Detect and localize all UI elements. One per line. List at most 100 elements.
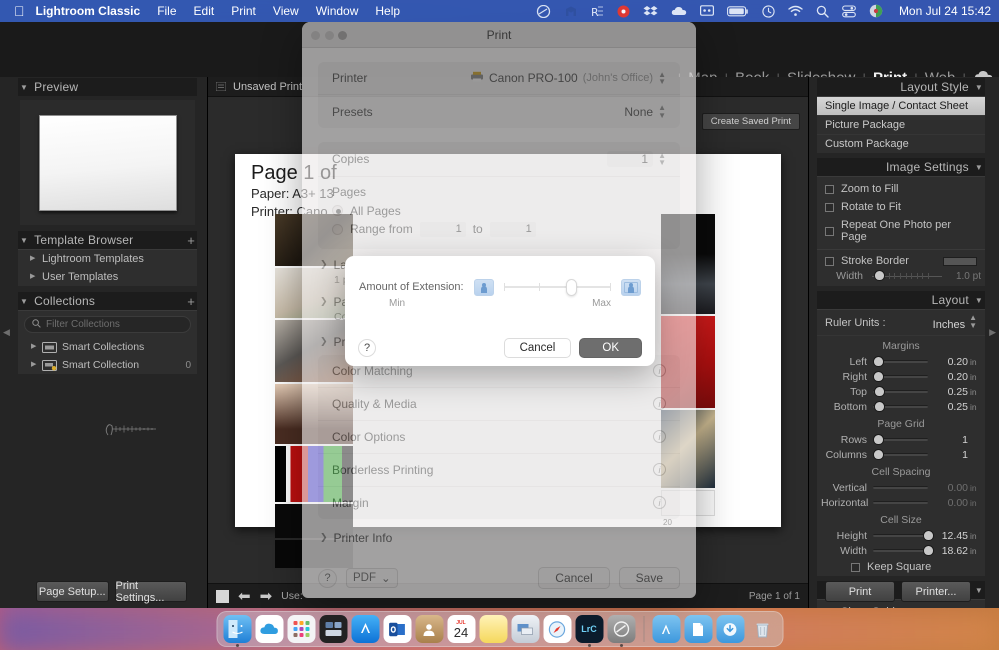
spotlight-search-icon[interactable]	[816, 3, 829, 19]
checkbox-show-guides[interactable]: Show Guides	[817, 603, 985, 608]
printer-button[interactable]: Printer...	[901, 581, 971, 602]
slider-track[interactable]	[873, 357, 928, 366]
layout-style-header[interactable]: Layout Style ▼	[817, 78, 985, 96]
slider-knob[interactable]	[874, 435, 884, 444]
slider-track[interactable]	[873, 372, 928, 381]
ok-button[interactable]: OK	[579, 338, 642, 358]
onedrive-icon[interactable]	[255, 615, 283, 643]
slider-track[interactable]	[873, 450, 928, 459]
malwarebytes-icon[interactable]	[564, 3, 578, 19]
stepper-icon[interactable]: ▲ ▼	[658, 151, 666, 166]
slider-knob[interactable]	[874, 387, 884, 396]
extension-slider[interactable]	[503, 278, 611, 296]
triangle-down-icon[interactable]: ▼	[975, 163, 983, 172]
print-dialog-cancel-button[interactable]: Cancel	[538, 567, 610, 589]
collection-smart-collections[interactable]: ▶ Smart Collections	[18, 338, 197, 356]
template-group-lightroom[interactable]: ▶ Lightroom Templates	[18, 250, 197, 268]
panel-grip-icon[interactable]	[215, 81, 227, 92]
slider-track[interactable]	[873, 387, 928, 396]
record-icon[interactable]	[617, 3, 630, 19]
dropbox-icon[interactable]	[643, 3, 658, 19]
print-button[interactable]: Print	[825, 581, 895, 602]
triangle-right-icon[interactable]: ❯	[320, 532, 328, 543]
slider-track[interactable]	[873, 435, 928, 444]
info-icon[interactable]: i	[653, 364, 666, 378]
copies-value-group[interactable]: 1 ▲ ▼	[607, 150, 666, 167]
stepper-icon[interactable]: ▲ ▼	[969, 314, 977, 330]
mission-control-icon[interactable]	[319, 615, 347, 643]
stroke-color-swatch[interactable]	[943, 256, 977, 266]
option-color-options[interactable]: Color Options i	[318, 419, 680, 453]
stroke-width-slider-row[interactable]: Width 1.0 pt	[817, 269, 985, 283]
image-settings-header[interactable]: Image Settings ▼	[817, 158, 985, 176]
amount-of-extension-sheet[interactable]: Amount of Extension: Min Max ? Cancel OK	[345, 256, 655, 366]
collection-smart-collection[interactable]: ▶ Smart Collection 0	[18, 356, 197, 374]
checkbox-stroke-border[interactable]: Stroke Border	[817, 253, 985, 269]
printer-row[interactable]: Printer Canon PRO-100 (John's Office) ▲ ▼	[318, 62, 680, 94]
page-setup-button[interactable]: Page Setup...	[36, 581, 109, 602]
cell-spacing-vertical-row[interactable]: Vertical 0.00 in	[817, 480, 985, 495]
layout-panel-header[interactable]: Layout ▼	[817, 291, 985, 309]
app-store-icon[interactable]	[351, 615, 379, 643]
downloads-folder-icon[interactable]	[716, 615, 744, 643]
trash-icon[interactable]	[748, 615, 776, 643]
battery-icon[interactable]	[726, 3, 749, 19]
margin-top-row[interactable]: Top 0.25 in	[817, 384, 985, 399]
slider-track[interactable]	[873, 486, 928, 489]
triangle-right-icon[interactable]: ❯	[320, 296, 328, 307]
add-collection-button[interactable]: +	[187, 294, 195, 309]
left-panel-collapse-arrow[interactable]: ◀	[3, 327, 10, 338]
checkbox-repeat-one-photo-per-page[interactable]: Repeat One Photo per Page	[817, 216, 985, 246]
margin-right-row[interactable]: Right 0.20 in	[817, 369, 985, 384]
slider-knob[interactable]	[924, 531, 934, 540]
checkbox-rotate-to-fit[interactable]: Rotate to Fit	[817, 198, 985, 216]
lightroom-classic-icon[interactable]: LrC	[575, 615, 603, 647]
slider-knob[interactable]	[874, 357, 884, 366]
option-quality-media[interactable]: Quality & Media i	[318, 386, 680, 420]
safari-icon[interactable]	[543, 615, 571, 643]
option-margin[interactable]: Margin i	[318, 485, 680, 519]
ruler-units-value[interactable]: Inches▲ ▼	[933, 314, 977, 332]
slider-track[interactable]	[873, 501, 928, 504]
page-grid-rows-row[interactable]: Rows 1	[817, 432, 985, 447]
applications-folder-icon[interactable]	[652, 615, 680, 643]
menu-item-edit[interactable]: Edit	[194, 4, 215, 18]
onedrive-icon[interactable]	[671, 3, 687, 19]
presets-row[interactable]: Presets None ▲ ▼	[318, 94, 680, 127]
stepper-icon[interactable]: ▲ ▼	[658, 70, 666, 85]
triangle-down-icon[interactable]: ❯	[320, 336, 328, 347]
slider-track[interactable]	[873, 546, 934, 555]
info-icon[interactable]: i	[653, 496, 666, 510]
close-icon[interactable]	[311, 31, 320, 40]
menu-item-lightroom-classic[interactable]: Lightroom Classic	[36, 4, 141, 18]
finder-icon[interactable]	[223, 615, 251, 647]
print-settings-button[interactable]: Print Settings...	[114, 580, 187, 604]
maximize-icon[interactable]	[338, 31, 347, 40]
triangle-right-icon[interactable]: ▶	[30, 272, 35, 280]
triangle-down-icon[interactable]: ▼	[975, 586, 983, 595]
extension-slider-thumb[interactable]	[566, 279, 578, 296]
layout-style-custom-package[interactable]: Custom Package	[817, 135, 985, 153]
wifi-icon[interactable]	[788, 3, 803, 19]
rescuetime-icon[interactable]: R	[591, 3, 604, 19]
collections-filter-input[interactable]: Filter Collections	[24, 316, 191, 333]
margin-left-row[interactable]: Left 0.20 in	[817, 354, 985, 369]
radio-all-pages[interactable]: All Pages	[332, 204, 666, 218]
screenshot-icon[interactable]	[511, 615, 539, 643]
slider-knob[interactable]	[874, 450, 884, 459]
help-button[interactable]: ?	[358, 339, 376, 357]
add-template-button[interactable]: +	[187, 233, 195, 248]
outlook-icon[interactable]	[383, 615, 411, 643]
minimize-icon[interactable]	[325, 31, 334, 40]
triangle-down-icon[interactable]: ▼	[20, 83, 28, 92]
template-browser-header[interactable]: ▼ Template Browser +	[18, 231, 197, 249]
radio-range[interactable]: Range from 1 to 1	[332, 221, 666, 237]
pdf-dropdown[interactable]: PDF ⌄	[346, 568, 398, 588]
copies-input[interactable]: 1	[607, 150, 654, 167]
menubar-clock[interactable]: Mon Jul 24 15:42	[899, 4, 991, 18]
creative-cloud-icon[interactable]	[536, 3, 551, 19]
menu-item-help[interactable]: Help	[375, 4, 400, 18]
documents-folder-icon[interactable]	[684, 615, 712, 643]
preview-panel-header[interactable]: ▼ Preview	[18, 78, 197, 96]
arrow-right-icon[interactable]: ➡	[260, 589, 273, 604]
